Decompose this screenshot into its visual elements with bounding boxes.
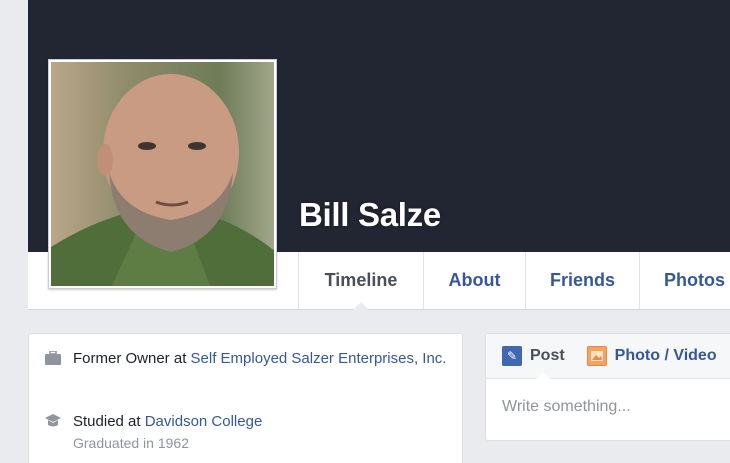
composer-post-label: Post	[530, 347, 565, 364]
composer-tab-post[interactable]: ✎ Post	[502, 346, 565, 366]
post-composer: ✎ Post Photo / Video Write something...	[485, 333, 730, 441]
tab-about[interactable]: About	[423, 252, 525, 309]
education-subtext: Graduated in 1962	[73, 435, 189, 451]
education-prefix: Studied at	[73, 413, 145, 430]
tab-photos[interactable]: Photos	[639, 252, 730, 309]
profile-tabs: Timeline About Friends Photos	[298, 252, 730, 310]
intro-education-row: Studied at Davidson College Graduated in…	[45, 411, 453, 453]
profile-name[interactable]: Bill Salze	[299, 196, 441, 234]
avatar-portrait-image	[51, 62, 274, 286]
intro-education-text: Studied at Davidson College Graduated in…	[73, 411, 453, 453]
composer-photo-label: Photo / Video	[614, 347, 717, 364]
briefcase-icon	[45, 351, 61, 365]
work-prefix: Former Owner at	[73, 350, 191, 367]
intro-card: Former Owner at Self Employed Salzer Ent…	[28, 333, 463, 463]
intro-work-row: Former Owner at Self Employed Salzer Ent…	[45, 348, 453, 370]
composer-tab-photo-video[interactable]: Photo / Video	[586, 346, 717, 366]
composer-tabs: ✎ Post Photo / Video	[486, 334, 730, 379]
avatar	[51, 62, 274, 286]
tab-timeline[interactable]: Timeline	[298, 252, 423, 310]
work-link[interactable]: Self Employed Salzer Enterprises, Inc.	[191, 350, 447, 367]
composer-input[interactable]: Write something...	[502, 398, 631, 416]
tab-friends[interactable]: Friends	[525, 252, 639, 309]
photo-glyph	[590, 351, 603, 361]
graduation-cap-icon	[45, 414, 61, 427]
education-link[interactable]: Davidson College	[145, 413, 263, 430]
profile-picture[interactable]	[48, 59, 277, 289]
photo-icon	[586, 346, 607, 366]
pencil-icon: ✎	[502, 346, 522, 366]
intro-work-text: Former Owner at Self Employed Salzer Ent…	[73, 348, 453, 370]
